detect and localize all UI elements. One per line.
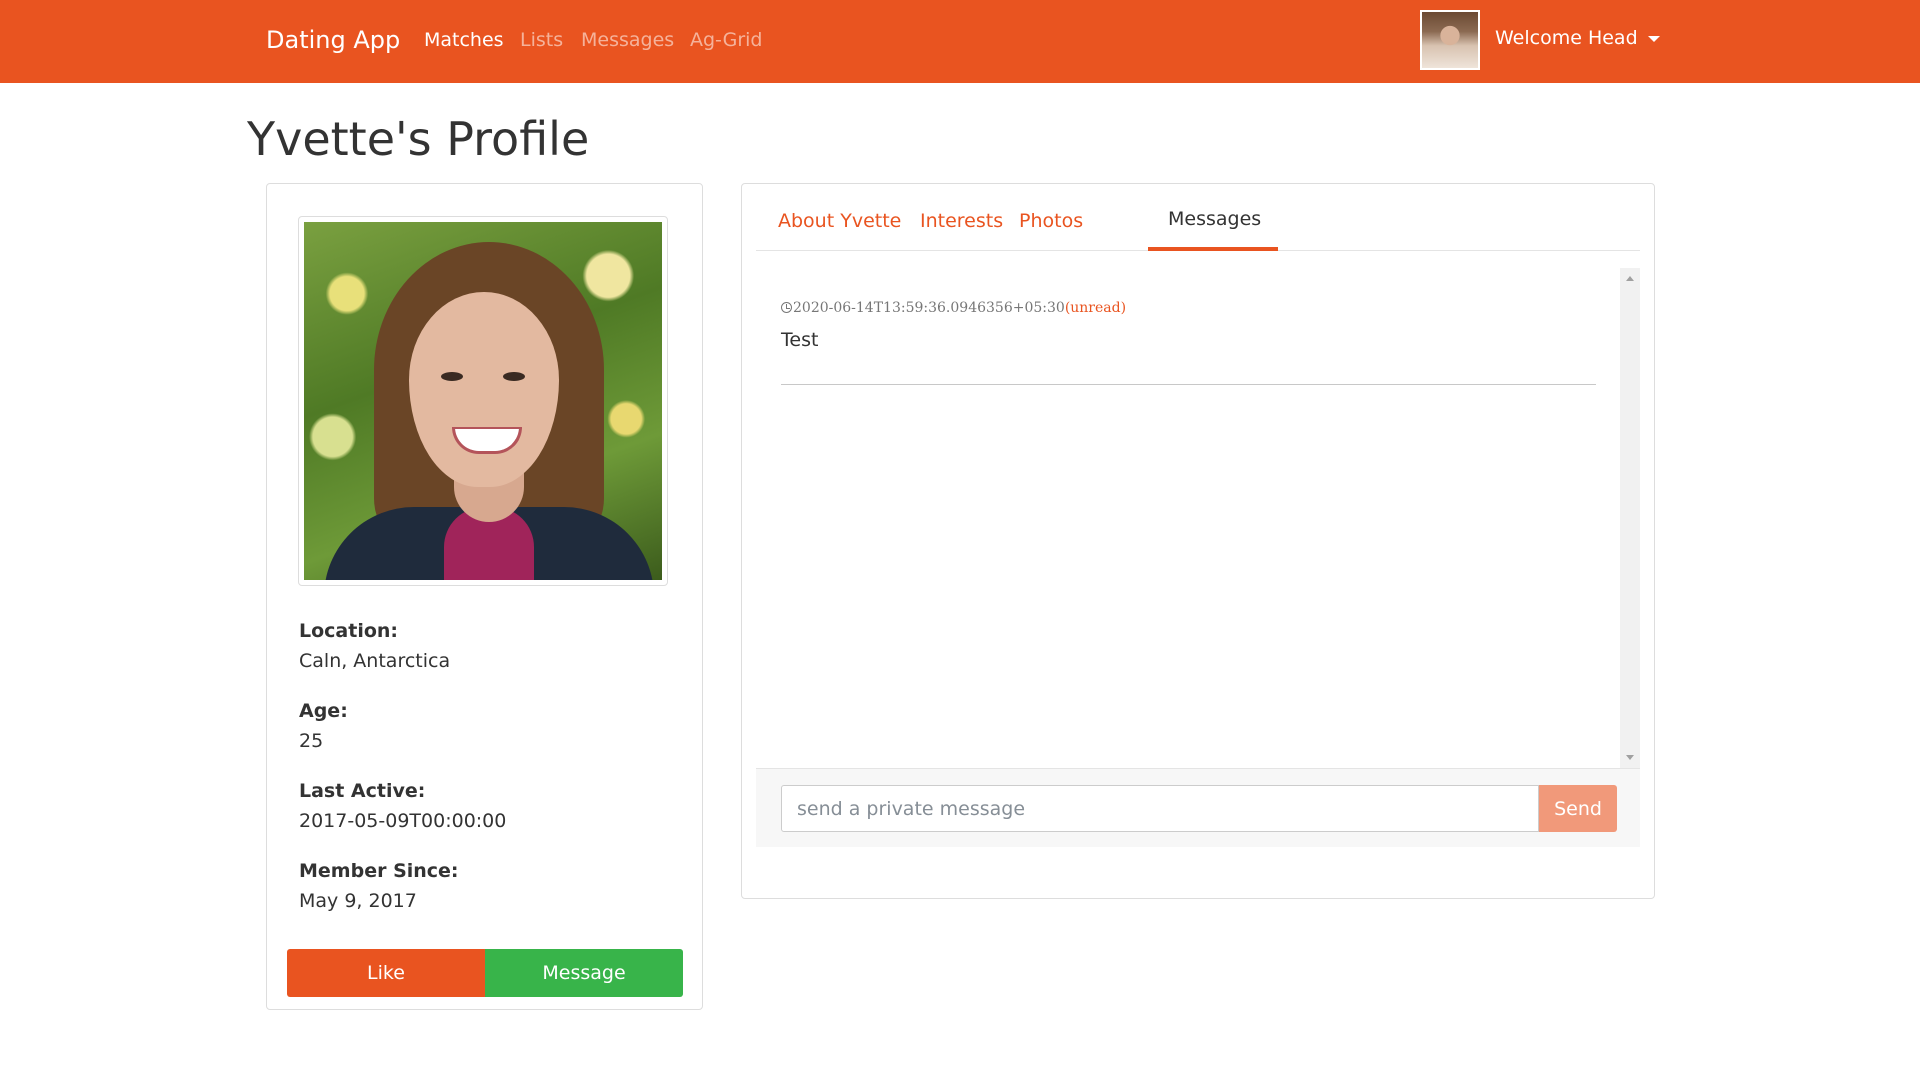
- message-thread[interactable]: 2020-06-14T13:59:36.0946356+05:30(unread…: [756, 268, 1640, 768]
- message-meta: 2020-06-14T13:59:36.0946356+05:30(unread…: [781, 300, 1126, 316]
- caret-down-icon: [1647, 35, 1660, 42]
- tab-photos[interactable]: Photos: [1019, 210, 1083, 232]
- clock-icon: [781, 302, 792, 313]
- member-since-label: Member Since:: [299, 860, 459, 882]
- message-button[interactable]: Message: [485, 949, 683, 997]
- nav-link-messages[interactable]: Messages: [581, 29, 674, 51]
- message-timestamp: 2020-06-14T13:59:36.0946356+05:30: [793, 300, 1065, 316]
- member-since-value: May 9, 2017: [299, 890, 417, 912]
- message-text: Test: [781, 329, 819, 351]
- age-value: 25: [299, 730, 324, 752]
- scroll-down-arrow-icon[interactable]: [1626, 755, 1634, 760]
- location-label: Location:: [299, 620, 399, 642]
- profile-photo: [298, 216, 668, 586]
- active-tab-indicator: [1148, 247, 1278, 251]
- message-compose-bar: Send: [756, 768, 1640, 847]
- tab-bar: About Yvette Interests Photos Messages: [756, 200, 1640, 251]
- user-menu-toggle[interactable]: Welcome Head: [1495, 27, 1660, 49]
- message-scrollbar[interactable]: [1620, 268, 1640, 768]
- nav-link-matches[interactable]: Matches: [424, 29, 504, 51]
- brand-logo[interactable]: Dating App: [266, 26, 400, 54]
- last-active-label: Last Active:: [299, 780, 426, 802]
- message-unread-badge: (unread): [1064, 300, 1127, 316]
- message-divider: [781, 384, 1596, 385]
- nav-link-lists[interactable]: Lists: [520, 29, 563, 51]
- welcome-text: Welcome Head: [1495, 27, 1638, 49]
- user-avatar[interactable]: [1420, 10, 1480, 70]
- location-value: Caln, Antarctica: [299, 650, 451, 672]
- last-active-value: 2017-05-09T00:00:00: [299, 810, 507, 832]
- tab-about[interactable]: About Yvette: [778, 210, 901, 232]
- private-message-input[interactable]: [781, 785, 1539, 832]
- navbar: Dating App Matches Lists Messages Ag-Gri…: [0, 0, 1920, 83]
- tab-messages[interactable]: Messages: [1168, 208, 1261, 230]
- tab-interests[interactable]: Interests: [920, 210, 1003, 232]
- scroll-up-arrow-icon[interactable]: [1626, 276, 1634, 281]
- nav-link-ag-grid[interactable]: Ag-Grid: [690, 29, 762, 51]
- like-button[interactable]: Like: [287, 949, 485, 997]
- page-title: Yvette's Profile: [247, 112, 590, 166]
- profile-tabs-card: About Yvette Interests Photos Messages 2…: [741, 183, 1655, 899]
- profile-card: Location: Caln, Antarctica Age: 25 Last …: [266, 183, 703, 1010]
- age-label: Age:: [299, 700, 348, 722]
- send-button[interactable]: Send: [1539, 785, 1617, 832]
